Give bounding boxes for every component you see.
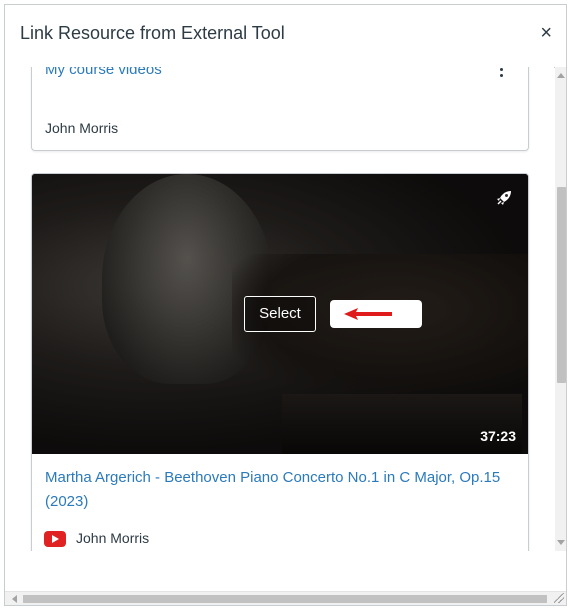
vertical-scroll-thumb[interactable] [557,187,566,383]
list-item[interactable]: Select 37:23 Martha Argerich - Beethoven… [31,173,529,551]
pointer-arrow-annotation [330,300,422,328]
dialog-header: Link Resource from External Tool × [5,5,566,68]
scroll-left-icon[interactable] [12,595,17,603]
horizontal-scrollbar[interactable] [5,591,566,605]
more-options-icon[interactable] [500,67,504,80]
rocket-icon [496,190,512,206]
item-title-link[interactable]: Martha Argerich - Beethoven Piano Concer… [45,466,515,514]
select-button[interactable]: Select [244,296,316,332]
video-duration: 37:23 [480,428,516,444]
external-tool-dialog: Link Resource from External Tool × My co… [4,4,567,606]
resize-grip-icon[interactable] [554,593,564,603]
video-thumbnail[interactable]: Select 37:23 [32,174,528,454]
item-title-link[interactable]: My course videos [45,67,162,82]
scroll-up-icon[interactable] [557,73,565,78]
item-author: John Morris [76,530,150,546]
item-author: John Morris [45,120,119,136]
vertical-scrollbar[interactable] [555,67,566,551]
resource-list: My course videos John Morris Select 37:2… [5,67,554,551]
list-item[interactable]: My course videos John Morris [31,67,529,151]
youtube-icon [44,531,66,547]
close-button[interactable]: × [540,23,552,43]
scroll-down-icon[interactable] [557,540,565,545]
dialog-title: Link Resource from External Tool [20,23,285,43]
horizontal-scroll-thumb[interactable] [23,595,547,603]
